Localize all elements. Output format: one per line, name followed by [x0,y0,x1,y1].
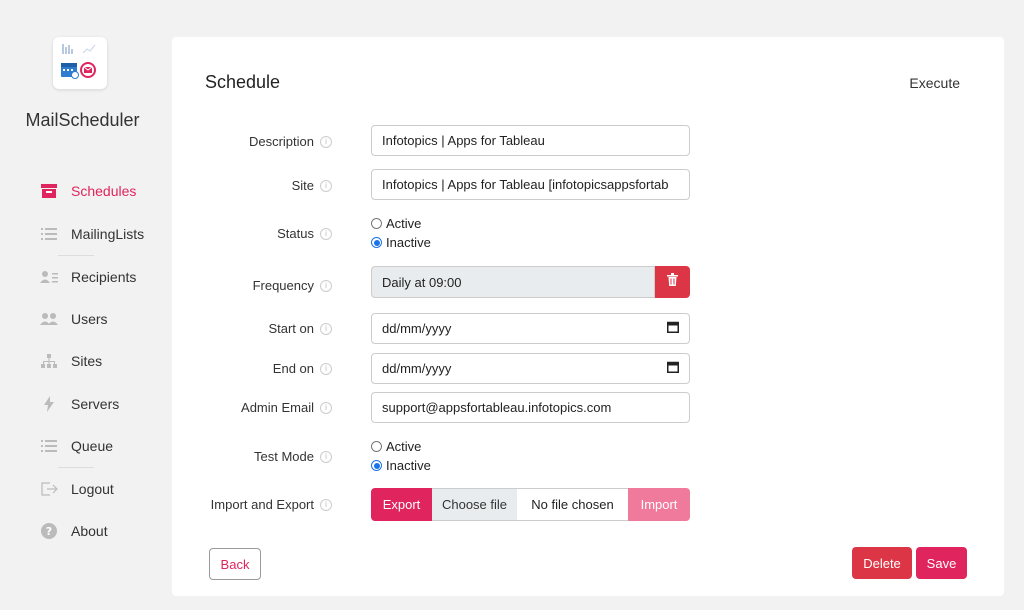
start-on-date-input[interactable]: dd/mm/yyyy [371,313,690,344]
info-icon: i [320,279,332,292]
radio-button[interactable] [371,460,382,471]
import-export-group: Export Choose file No file chosen Import [371,488,690,521]
import-button[interactable]: Import [628,488,690,521]
archive-icon [40,182,58,200]
status-option-active[interactable]: Active [371,214,431,233]
sidebar-item-label: Logout [71,481,114,497]
file-name-display: No file chosen [517,488,628,521]
sitemap-icon [40,352,58,370]
calendar-icon[interactable] [667,321,679,336]
list-icon [40,437,58,455]
description-field[interactable]: Infotopics | Apps for Tableau [371,125,690,156]
logout-icon [40,480,58,498]
site-label: Site i [172,177,332,194]
save-button[interactable]: Save [916,547,967,579]
import-export-label: Import and Export i [172,496,332,513]
status-option-inactive[interactable]: Inactive [371,233,431,252]
radio-button[interactable] [371,237,382,248]
end-on-label: End on i [172,360,332,377]
svg-text:?: ? [46,525,52,538]
delete-frequency-button[interactable] [655,266,690,298]
list-icon [40,225,58,243]
sidebar-divider [58,255,94,256]
sidebar-item-label: Schedules [71,183,137,199]
sidebar-item-users[interactable]: Users [40,304,160,334]
sidebar-item-servers[interactable]: Servers [40,389,160,419]
sidebar-item-about[interactable]: ? About [40,516,160,546]
sidebar-item-label: Queue [71,438,114,454]
test-mode-option-inactive[interactable]: Inactive [371,456,431,475]
help-icon: ? [40,522,58,540]
test-mode-option-active[interactable]: Active [371,437,431,456]
frequency-field[interactable]: Daily at 09:00 [371,266,655,298]
info-icon: i [320,450,332,463]
info-icon: i [320,362,332,375]
page-title: Schedule [205,72,281,92]
admin-email-label: Admin Email i [172,399,332,416]
trash-icon [667,273,678,291]
sidebar-item-logout[interactable]: Logout [40,474,160,504]
execute-link[interactable]: Execute [909,75,960,91]
sidebar-item-schedules[interactable]: Schedules [40,176,160,206]
delete-button[interactable]: Delete [852,547,912,579]
sidebar-item-label: Sites [71,353,103,369]
status-radio-group: Active Inactive [371,214,431,252]
app-logo [53,37,107,89]
test-mode-label: Test Mode i [172,448,332,465]
sidebar-item-label: Servers [71,396,120,412]
end-on-date-input[interactable]: dd/mm/yyyy [371,353,690,384]
app-name: MailScheduler [25,110,140,130]
site-select[interactable]: Infotopics | Apps for Tableau [infotopic… [371,169,690,200]
sidebar-item-mailinglists[interactable]: MailingLists [40,219,160,249]
export-button[interactable]: Export [371,488,432,521]
test-mode-radio-group: Active Inactive [371,437,431,475]
sidebar-item-label: Recipients [71,269,137,285]
radio-button[interactable] [371,218,382,229]
status-label: Status i [172,225,332,242]
info-icon: i [320,401,332,414]
radio-button[interactable] [371,441,382,452]
sidebar-item-label: Users [71,311,108,327]
choose-file-button[interactable]: Choose file [432,488,517,521]
frequency-label: Frequency i [172,277,332,294]
sidebar-item-label: MailingLists [71,226,145,242]
sidebar-item-label: About [71,523,108,539]
user-list-icon [40,268,58,286]
info-icon: i [320,498,332,511]
back-button[interactable]: Back [209,548,261,580]
description-label: Description i [172,133,332,150]
calendar-icon[interactable] [667,361,679,376]
info-icon: i [320,135,332,148]
info-icon: i [320,227,332,240]
start-on-label: Start on i [172,320,332,337]
info-icon: i [320,322,332,335]
schedule-card: Schedule Execute Description i Infotopic… [172,37,1004,596]
sidebar: MailScheduler Schedules MailingLists Rec… [0,0,165,610]
users-icon [40,310,58,328]
sidebar-item-recipients[interactable]: Recipients [40,262,160,292]
bolt-icon [40,395,58,413]
sidebar-item-sites[interactable]: Sites [40,346,160,376]
admin-email-field[interactable]: support@appsfortableau.infotopics.com [371,392,690,423]
sidebar-item-queue[interactable]: Queue [40,431,160,461]
info-icon: i [320,179,332,192]
sidebar-divider [58,467,94,468]
